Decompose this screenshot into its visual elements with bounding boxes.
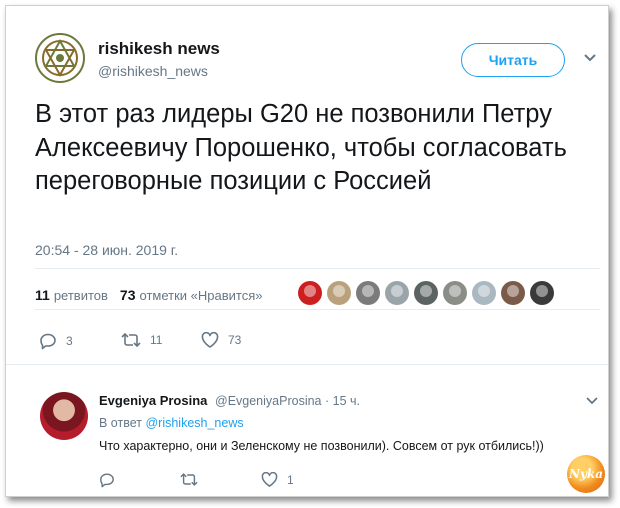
liker-avatar[interactable] (530, 281, 554, 305)
retweets-count[interactable]: 11 (35, 287, 50, 303)
reply-meta: @EvgeniyaProsina · 15 ч. (215, 394, 360, 408)
divider (6, 364, 608, 365)
likes-label[interactable]: отметки «Нравится» (140, 288, 263, 303)
in-reply-to: В ответ @rishikesh_news (99, 416, 244, 430)
reply-time[interactable]: · 15 ч. (325, 394, 360, 408)
reply-reply-action[interactable] (99, 472, 115, 488)
reply-avatar[interactable] (40, 392, 88, 440)
engagement-stats: 11 ретвитов 73 отметки «Нравится» (35, 287, 262, 303)
reply-count: 3 (66, 334, 73, 348)
retweet-icon (121, 332, 141, 348)
reply-handle[interactable]: @EvgeniyaProsina (215, 394, 322, 408)
liker-avatar[interactable] (414, 281, 438, 305)
watermark-logo: Nyka (567, 455, 605, 493)
follow-button[interactable]: Читать (461, 43, 565, 77)
divider (35, 309, 600, 310)
tweet-text: В этот раз лидеры G20 не позвонили Петру… (35, 100, 567, 195)
reply-display-name[interactable]: Evgeniya Prosina (99, 393, 207, 408)
in-reply-handle-link[interactable]: @rishikesh_news (145, 416, 243, 430)
likes-count[interactable]: 73 (120, 287, 136, 303)
liker-avatar[interactable] (327, 281, 351, 305)
reply-retweet-action[interactable] (180, 472, 198, 487)
liker-avatar[interactable] (385, 281, 409, 305)
reply-text: Что характерно, они и Зеленскому не позв… (99, 439, 544, 453)
reply-like-action[interactable]: 1 (261, 472, 294, 487)
tweet-card: rishikesh news @rishikesh_news Читать В … (5, 5, 609, 497)
divider (35, 268, 600, 269)
retweet-icon (180, 473, 198, 486)
retweets-label[interactable]: ретвитов (54, 288, 108, 303)
liker-avatar[interactable] (356, 281, 380, 305)
timestamp[interactable]: 20:54 - 28 июн. 2019 г. (35, 242, 178, 258)
liker-avatar[interactable] (443, 281, 467, 305)
reply-action[interactable]: 3 (39, 332, 73, 350)
retweet-count: 11 (150, 333, 163, 347)
like-count: 73 (228, 333, 242, 347)
liker-avatars (298, 281, 559, 305)
liker-avatar[interactable] (501, 281, 525, 305)
liker-avatar[interactable] (472, 281, 496, 305)
avatar[interactable] (34, 32, 86, 84)
chevron-down-icon[interactable] (583, 53, 597, 63)
reply-like-count: 1 (287, 472, 294, 487)
heart-icon (201, 332, 219, 348)
display-name[interactable]: rishikesh news (98, 39, 220, 59)
chevron-down-icon[interactable] (586, 397, 598, 405)
like-action[interactable]: 73 (201, 332, 241, 348)
retweet-action[interactable]: 11 (121, 332, 162, 348)
in-reply-prefix: В ответ (99, 416, 142, 430)
reply-icon (40, 333, 56, 350)
heart-icon (261, 472, 278, 487)
liker-avatar[interactable] (298, 281, 322, 305)
reply-icon (100, 473, 114, 488)
user-handle[interactable]: @rishikesh_news (98, 63, 208, 79)
